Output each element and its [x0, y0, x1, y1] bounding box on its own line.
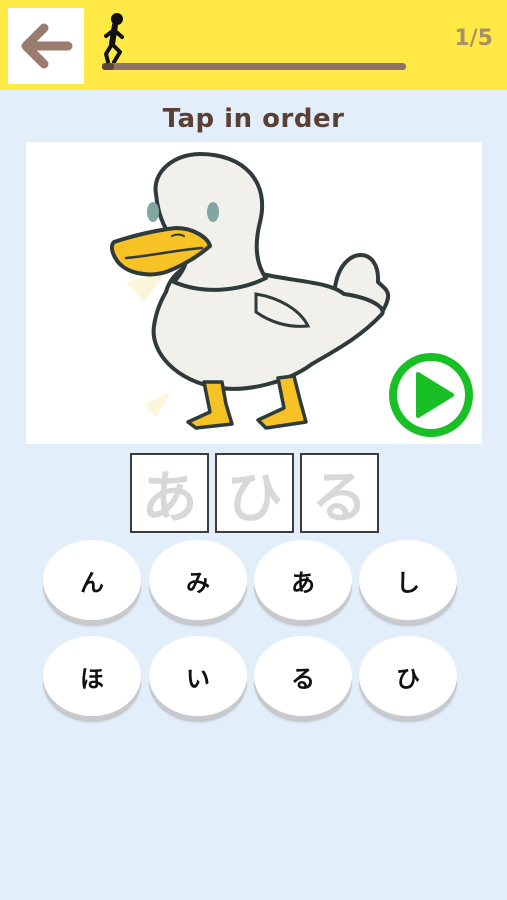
kana-key[interactable]: ほ	[43, 636, 141, 716]
kana-key[interactable]: み	[149, 540, 247, 620]
back-button[interactable]	[8, 8, 84, 84]
kana-key[interactable]: い	[149, 636, 247, 716]
top-bar: 1/5	[0, 0, 507, 90]
answer-slot: ひ	[215, 453, 294, 533]
running-figure-icon	[104, 13, 124, 64]
kana-key[interactable]: ひ	[359, 636, 457, 716]
question-counter: 1/5	[454, 26, 493, 51]
play-button[interactable]	[384, 348, 478, 442]
arrow-left-icon	[21, 23, 73, 69]
answer-slots: あ ひ る	[130, 453, 379, 533]
answer-slot: る	[300, 453, 379, 533]
kana-key[interactable]: ん	[43, 540, 141, 620]
kana-key[interactable]: し	[359, 540, 457, 620]
answer-slot: あ	[130, 453, 209, 533]
progress-bar	[102, 63, 406, 70]
instruction-title: Tap in order	[162, 104, 345, 134]
kana-key[interactable]: る	[254, 636, 352, 716]
kana-key[interactable]: あ	[254, 540, 352, 620]
progress-fill	[102, 63, 115, 70]
